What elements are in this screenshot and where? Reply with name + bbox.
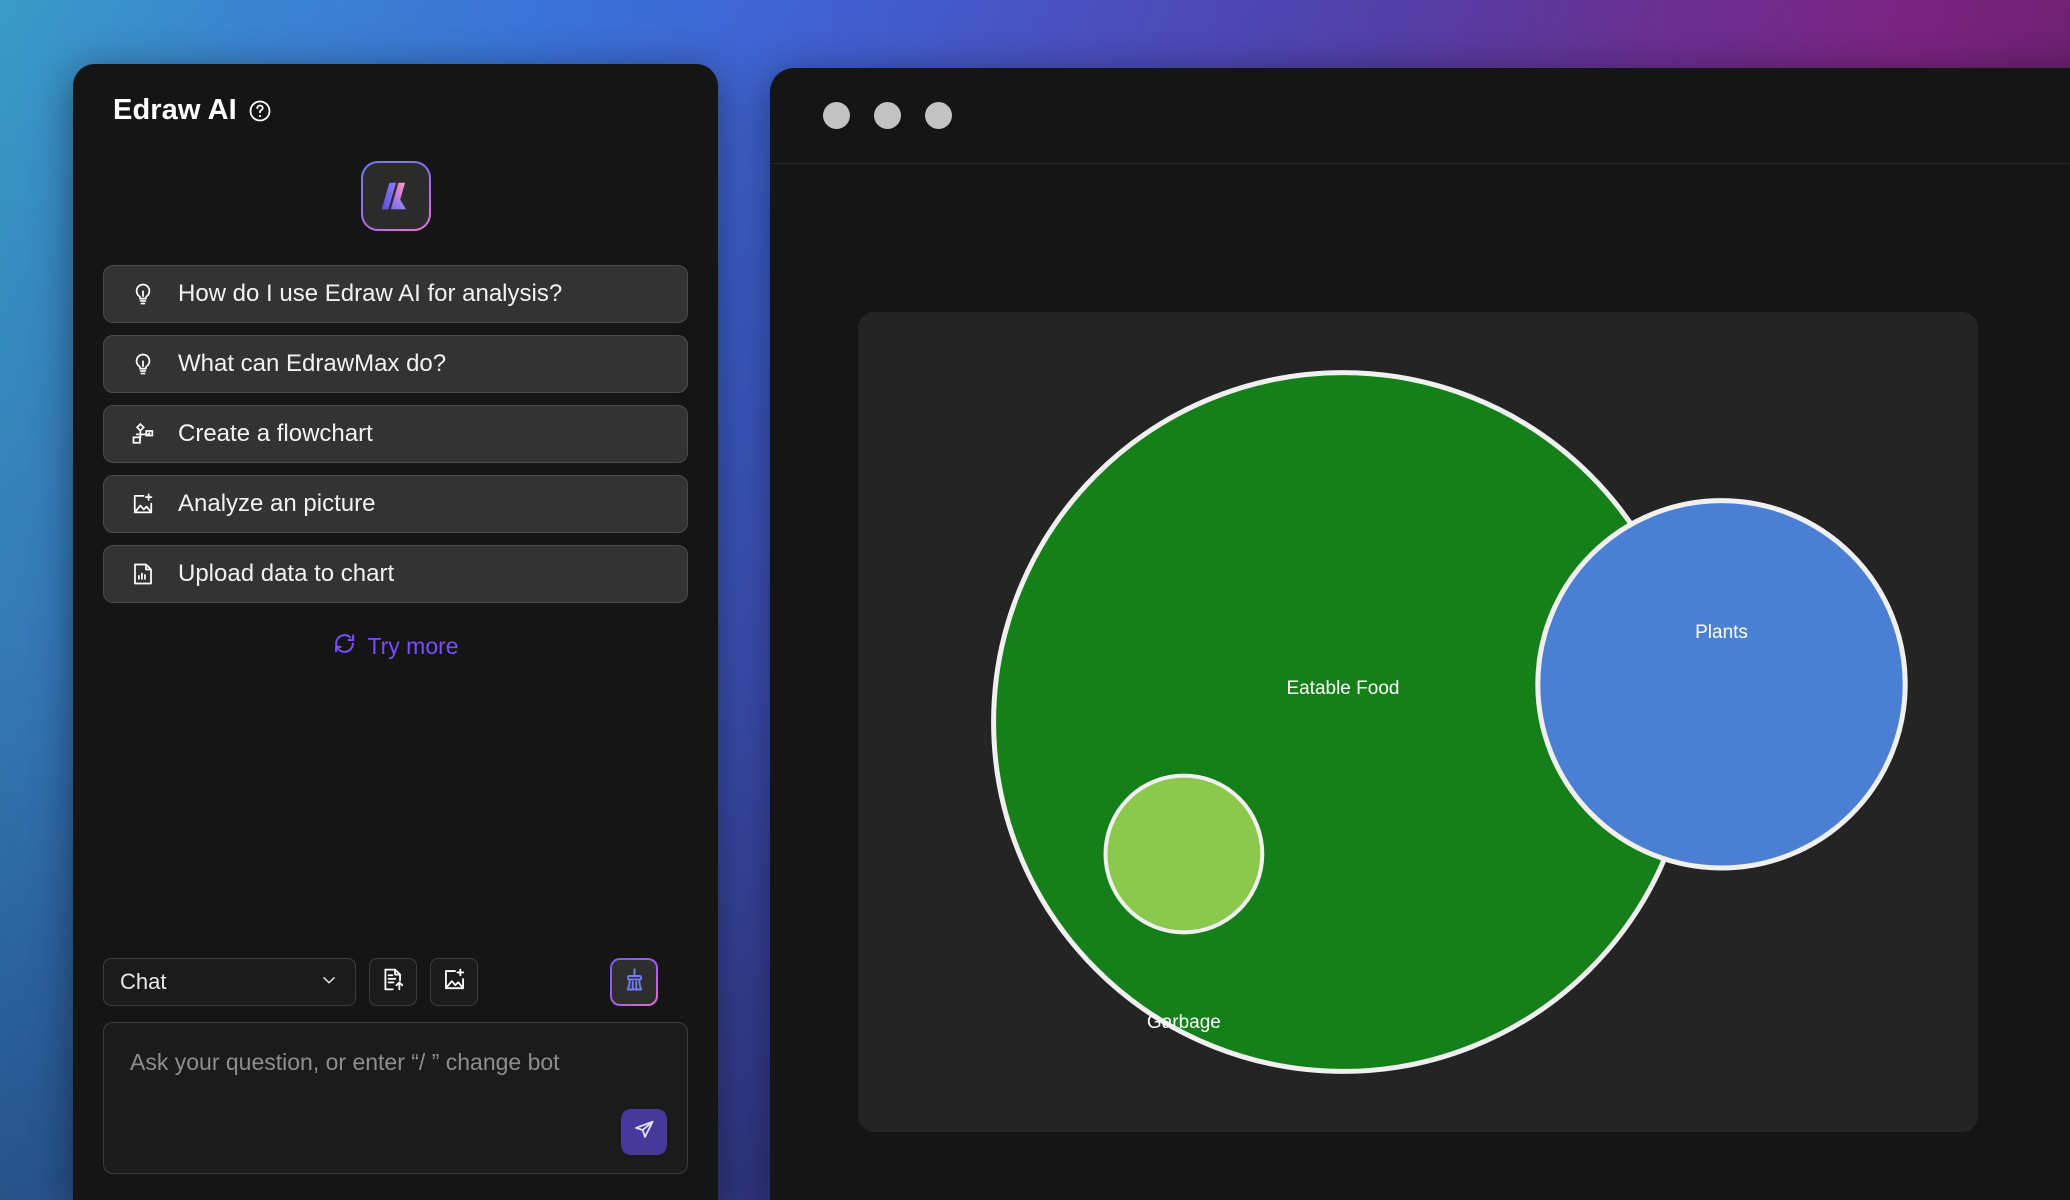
window-dot-2[interactable] [874, 102, 901, 129]
venn-circle-plants [1535, 498, 1908, 871]
send-button[interactable] [621, 1109, 667, 1155]
try-more-label: Try more [367, 632, 459, 659]
lightbulb-icon [130, 351, 156, 377]
chevron-down-icon [319, 970, 339, 995]
try-more-button[interactable]: Try more [332, 631, 459, 661]
image-add-icon [441, 966, 468, 998]
logo-container [73, 161, 718, 231]
diagram-window: Eatable Food Plants Garbage [770, 68, 2070, 1200]
flowchart-icon [130, 421, 156, 447]
clear-chat-button[interactable] [610, 958, 658, 1006]
suggestion-item-what-can-edrawmax-do[interactable]: What can EdrawMax do? [103, 335, 688, 393]
upload-document-button[interactable] [369, 958, 417, 1006]
question-input-placeholder: Ask your question, or enter “/ ” change … [130, 1049, 560, 1075]
page-title: Edraw AI [113, 94, 237, 126]
question-input[interactable]: Ask your question, or enter “/ ” change … [103, 1022, 688, 1174]
edraw-ai-logo [361, 161, 431, 231]
desktop-background: Edraw AI How do I use Edraw AI for analy… [0, 0, 2070, 1200]
send-icon [631, 1117, 657, 1148]
window-titlebar [770, 68, 2070, 164]
refresh-icon [332, 631, 357, 661]
suggestion-label: Analyze an picture [178, 490, 376, 517]
suggestion-item-analyze-picture[interactable]: Analyze an picture [103, 475, 688, 533]
suggestion-item-how-to-use[interactable]: How do I use Edraw AI for analysis? [103, 265, 688, 323]
lightbulb-icon [130, 281, 156, 307]
suggestion-item-upload-data-to-chart[interactable]: Upload data to chart [103, 545, 688, 603]
question-circle-icon[interactable] [248, 99, 272, 123]
composer: Chat Ask your question, or enter “/ ” ch… [73, 958, 718, 1200]
upload-image-button[interactable] [430, 958, 478, 1006]
suggestion-list: How do I use Edraw AI for analysis? What… [103, 265, 688, 603]
suggestion-label: Create a flowchart [178, 420, 373, 447]
diagram-canvas[interactable]: Eatable Food Plants Garbage [858, 312, 1978, 1132]
suggestion-item-create-flowchart[interactable]: Create a flowchart [103, 405, 688, 463]
suggestion-label: What can EdrawMax do? [178, 350, 447, 377]
panel-header: Edraw AI [73, 64, 718, 127]
suggestion-label: Upload data to chart [178, 560, 395, 587]
venn-diagram [991, 370, 1908, 1074]
broom-icon [621, 966, 648, 998]
window-dot-1[interactable] [823, 102, 850, 129]
chart-document-icon [130, 561, 156, 587]
composer-toolbar: Chat [103, 958, 688, 1006]
suggestion-label: How do I use Edraw AI for analysis? [178, 280, 563, 307]
document-upload-icon [380, 966, 407, 998]
chat-mode-value: Chat [120, 969, 167, 994]
image-add-icon [130, 491, 156, 517]
window-dot-3[interactable] [925, 102, 952, 129]
try-more-row: Try more [73, 631, 718, 661]
chat-mode-select[interactable]: Chat [103, 958, 356, 1006]
venn-circle-garbage [1103, 773, 1265, 935]
edraw-ai-panel: Edraw AI How do I use Edraw AI for analy… [73, 64, 718, 1200]
